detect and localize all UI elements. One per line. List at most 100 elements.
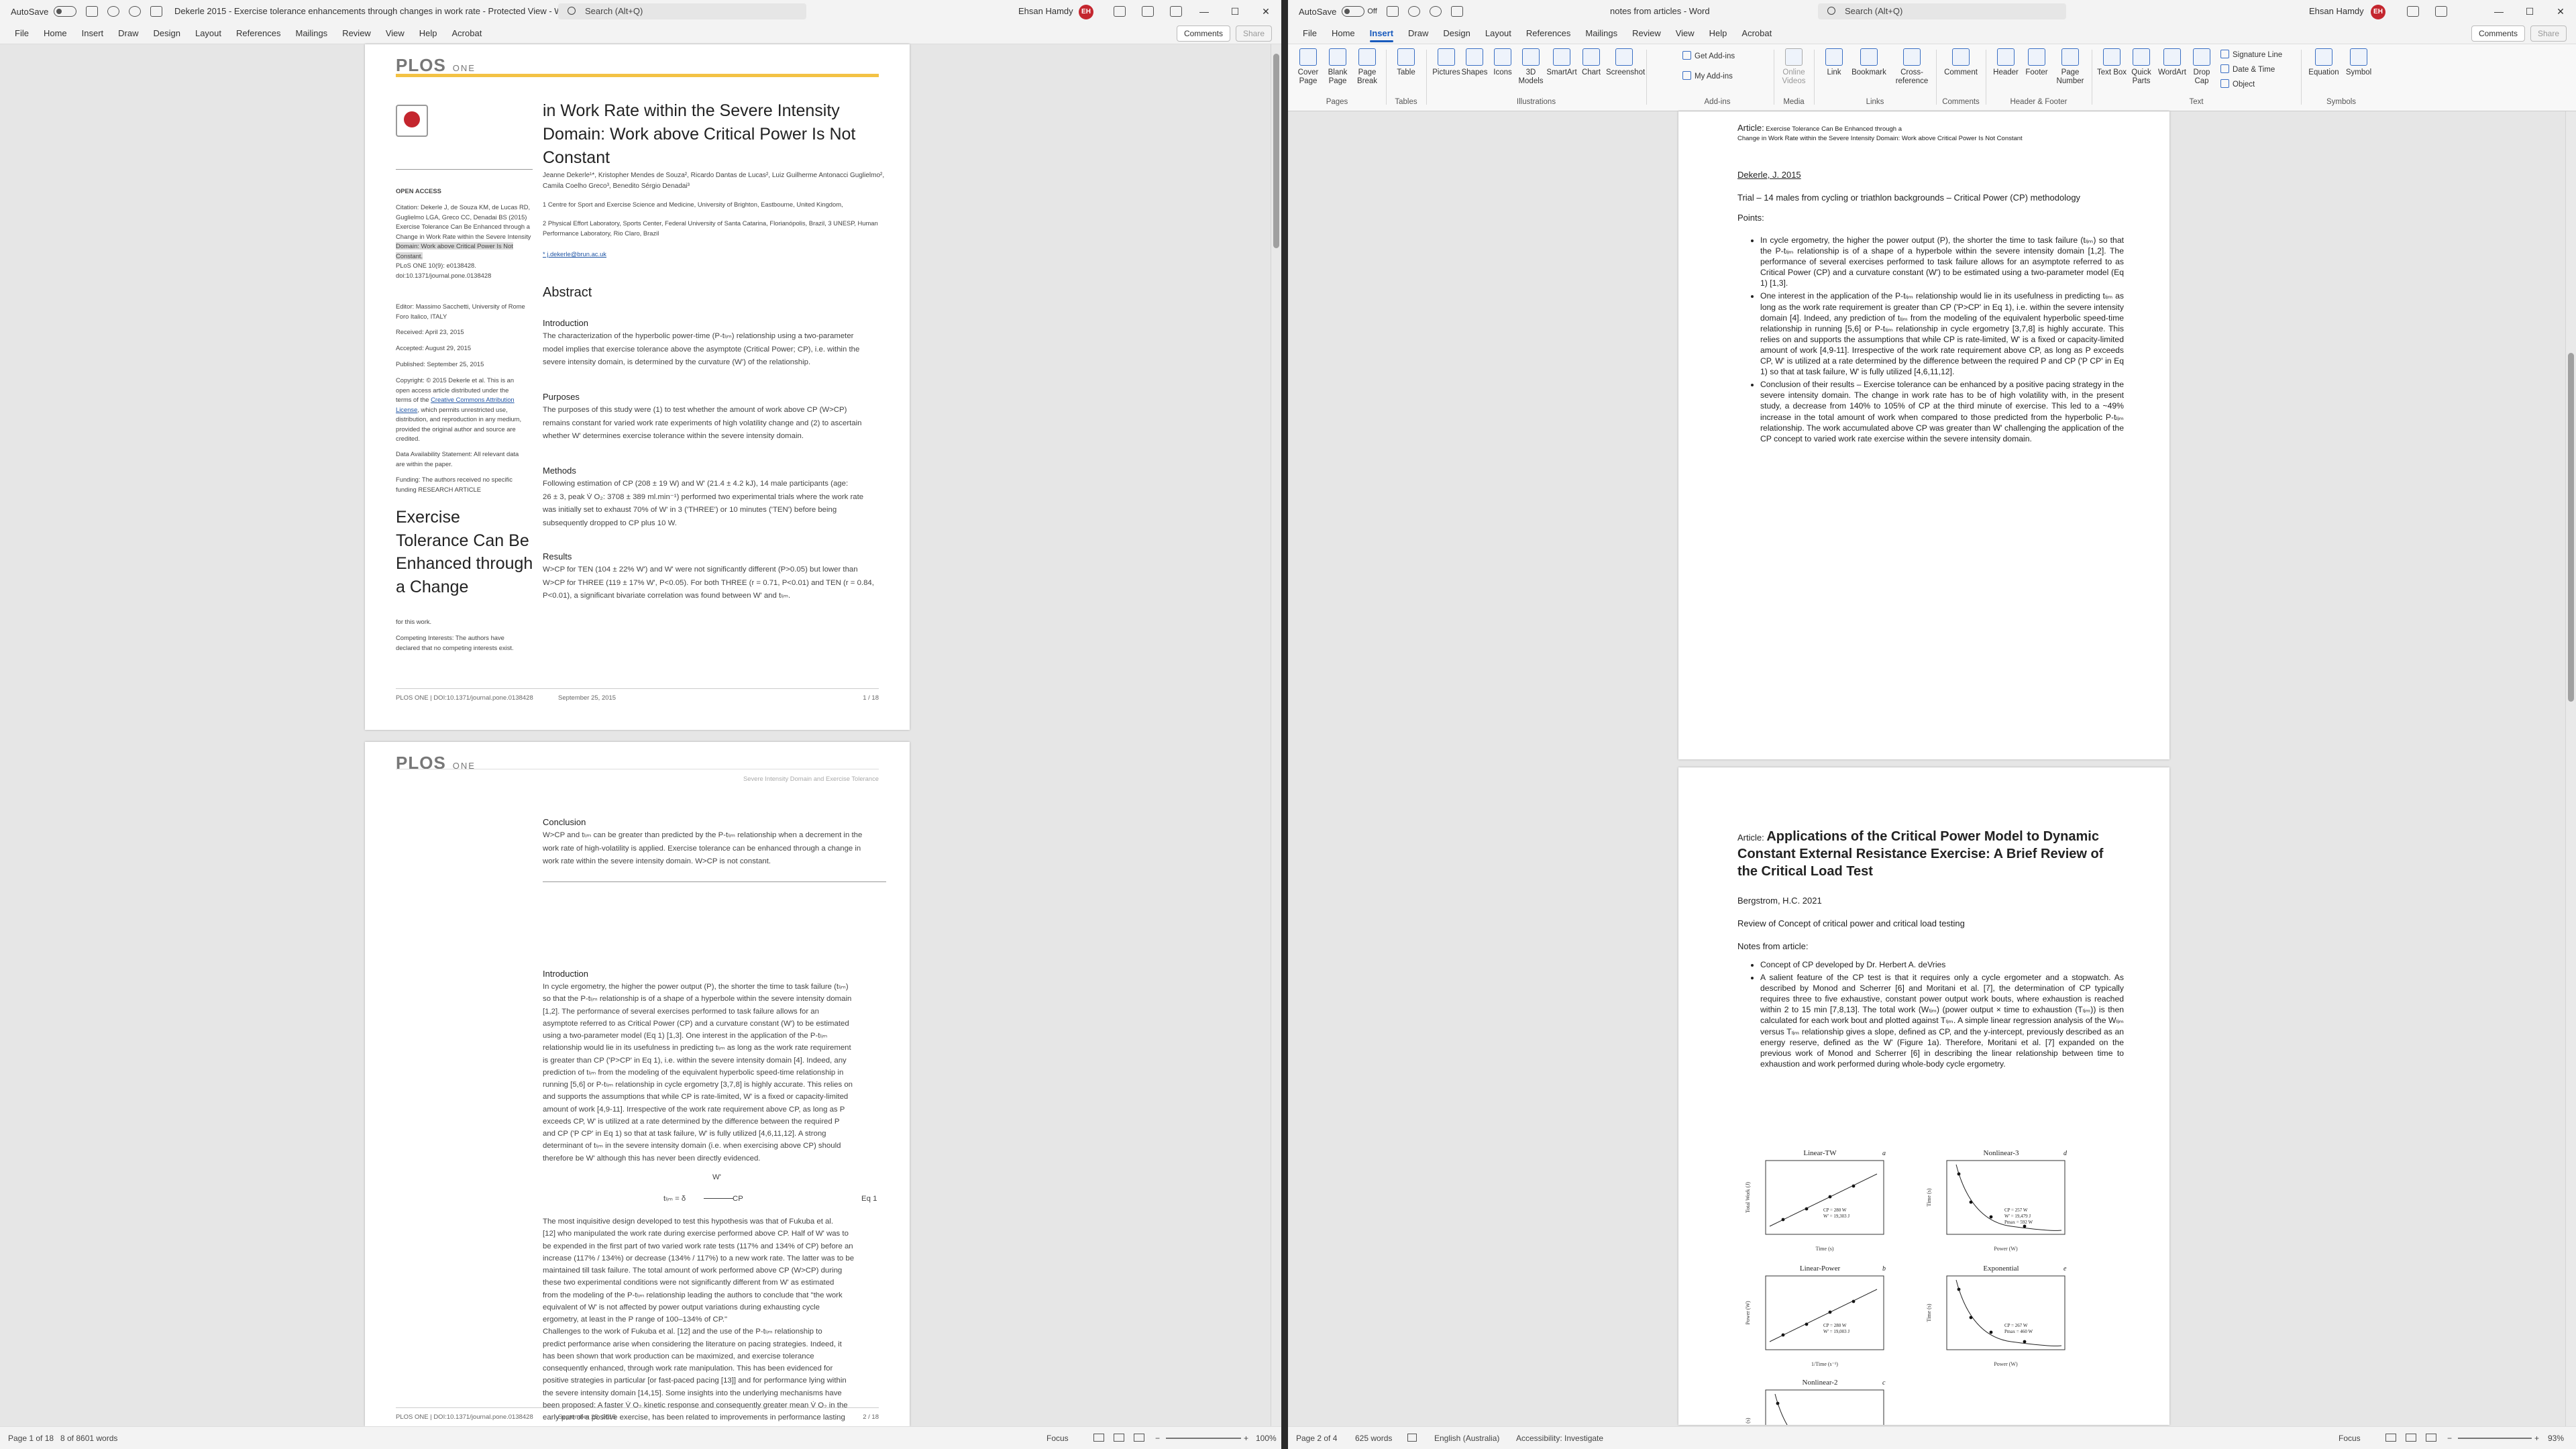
- zoom-slider[interactable]: [2458, 1438, 2532, 1439]
- wordart-button[interactable]: WordArt: [2156, 48, 2188, 77]
- document-canvas[interactable]: PLOS ONE in Work Rate within the Severe I…: [0, 44, 1281, 1426]
- avatar[interactable]: EH: [1079, 5, 1093, 19]
- print-layout-icon[interactable]: [2406, 1434, 2416, 1442]
- correspondence-email[interactable]: * j.dekerle@brun.ac.uk: [543, 250, 606, 260]
- tab-layout[interactable]: Layout: [1485, 23, 1511, 44]
- accessibility-status[interactable]: Accessibility: Investigate: [1516, 1434, 1603, 1443]
- date-time-button[interactable]: Date & Time: [2220, 64, 2275, 74]
- customize-toolbar-icon[interactable]: [1450, 6, 1463, 17]
- vertical-scrollbar[interactable]: [2565, 111, 2576, 1426]
- scrollbar-thumb[interactable]: [2568, 353, 2574, 702]
- web-layout-icon[interactable]: [1134, 1434, 1144, 1442]
- tab-references[interactable]: References: [236, 23, 280, 44]
- tab-insert[interactable]: Insert: [82, 23, 104, 44]
- get-addins-button[interactable]: Get Add-ins: [1682, 51, 1735, 60]
- online-videos-button[interactable]: Online Videos: [1778, 48, 1810, 86]
- tab-layout[interactable]: Layout: [195, 23, 221, 44]
- search-box[interactable]: Search (Alt+Q): [558, 3, 806, 19]
- document-canvas[interactable]: Article: Exercise Tolerance Can Be Enhan…: [1288, 111, 2576, 1426]
- close-icon[interactable]: ✕: [2545, 0, 2576, 23]
- autosave-toggle[interactable]: [1342, 6, 1365, 17]
- icons-button[interactable]: Icons: [1487, 48, 1519, 77]
- avatar[interactable]: EH: [2371, 5, 2385, 19]
- undo-icon[interactable]: [1407, 6, 1420, 17]
- tab-design[interactable]: Design: [154, 23, 180, 44]
- page-count[interactable]: Page 1 of 18: [8, 1434, 54, 1443]
- share-button[interactable]: Share: [2530, 25, 2567, 42]
- bookmark-button[interactable]: Bookmark: [1850, 48, 1888, 77]
- my-addins-button[interactable]: My Add-ins: [1682, 71, 1733, 80]
- tab-review[interactable]: Review: [1632, 23, 1661, 44]
- page-break-button[interactable]: Page Break: [1351, 48, 1383, 86]
- undo-icon[interactable]: [107, 6, 120, 17]
- search-box[interactable]: Search (Alt+Q): [1818, 3, 2066, 19]
- header-button[interactable]: Header: [1990, 48, 2022, 77]
- screenshot-button[interactable]: Screenshot: [1606, 48, 1645, 77]
- quick-parts-button[interactable]: Quick Parts: [2125, 48, 2157, 86]
- tab-file[interactable]: File: [1303, 23, 1317, 44]
- zoom-in-icon[interactable]: +: [1244, 1434, 1248, 1443]
- save-icon[interactable]: [86, 6, 99, 17]
- shapes-button[interactable]: Shapes: [1458, 48, 1491, 77]
- tab-view[interactable]: View: [386, 23, 405, 44]
- tab-view[interactable]: View: [1676, 23, 1695, 44]
- comment-button[interactable]: Comment: [1941, 48, 1980, 77]
- user-name[interactable]: Ehsan Hamdy: [2309, 0, 2364, 23]
- pen-icon[interactable]: [2435, 6, 2447, 17]
- customize-toolbar-icon[interactable]: [150, 6, 163, 17]
- tab-insert[interactable]: Insert: [1369, 23, 1394, 44]
- save-icon[interactable]: [1386, 6, 1399, 17]
- link-button[interactable]: Link: [1818, 48, 1850, 77]
- ribbon-display-icon[interactable]: [1170, 6, 1182, 17]
- restore-icon[interactable]: ☐: [2514, 0, 2545, 23]
- footer-button[interactable]: Footer: [2021, 48, 2053, 77]
- tab-review[interactable]: Review: [342, 23, 371, 44]
- restore-icon[interactable]: ☐: [1220, 0, 1250, 23]
- comments-button[interactable]: Comments: [1176, 25, 1230, 42]
- equation-button[interactable]: Equation: [2306, 48, 2341, 77]
- zoom-out-icon[interactable]: −: [1155, 1434, 1160, 1443]
- scrollbar-thumb[interactable]: [1273, 54, 1279, 248]
- page-count[interactable]: Page 2 of 4: [1296, 1434, 1337, 1443]
- symbol-button[interactable]: Symbol: [2343, 48, 2375, 77]
- redo-icon[interactable]: [1429, 6, 1442, 17]
- minimize-icon[interactable]: —: [2483, 0, 2514, 23]
- chart-button[interactable]: Chart: [1575, 48, 1607, 77]
- tab-draw[interactable]: Draw: [1408, 23, 1428, 44]
- web-layout-icon[interactable]: [2426, 1434, 2436, 1442]
- pictures-button[interactable]: Pictures: [1430, 48, 1462, 77]
- read-mode-icon[interactable]: [1093, 1434, 1104, 1442]
- pen-icon[interactable]: [1142, 6, 1154, 17]
- smartart-button[interactable]: SmartArt: [1546, 48, 1578, 77]
- signature-line-button[interactable]: Signature Line: [2220, 50, 2282, 59]
- diamond-icon[interactable]: [1114, 6, 1126, 17]
- table-button[interactable]: Table: [1390, 48, 1422, 77]
- blank-page-button[interactable]: Blank Page: [1322, 48, 1354, 86]
- tab-help[interactable]: Help: [419, 23, 437, 44]
- focus-button[interactable]: Focus: [1046, 1434, 1069, 1443]
- zoom-level[interactable]: 100%: [1256, 1434, 1277, 1443]
- cross-reference-button[interactable]: Cross-reference: [1892, 48, 1932, 86]
- diamond-icon[interactable]: [2407, 6, 2419, 17]
- minimize-icon[interactable]: —: [1189, 0, 1220, 23]
- tab-file[interactable]: File: [15, 23, 29, 44]
- drop-cap-button[interactable]: Drop Cap: [2186, 48, 2218, 86]
- tab-home[interactable]: Home: [1332, 23, 1355, 44]
- word-count[interactable]: 8 of 8601 words: [60, 1434, 117, 1443]
- text-box-button[interactable]: Text Box: [2096, 48, 2128, 77]
- print-layout-icon[interactable]: [1114, 1434, 1124, 1442]
- read-mode-icon[interactable]: [2385, 1434, 2396, 1442]
- user-name[interactable]: Ehsan Hamdy: [1018, 0, 1073, 23]
- tab-help[interactable]: Help: [1709, 23, 1727, 44]
- tab-home[interactable]: Home: [44, 23, 67, 44]
- share-button[interactable]: Share: [1235, 25, 1272, 42]
- proofing-icon[interactable]: [1407, 1434, 1417, 1442]
- 3d-models-button[interactable]: 3D Models: [1515, 48, 1547, 86]
- tab-acrobat[interactable]: Acrobat: [452, 23, 482, 44]
- zoom-slider[interactable]: [1166, 1438, 1241, 1439]
- tab-draw[interactable]: Draw: [118, 23, 138, 44]
- focus-button[interactable]: Focus: [2339, 1434, 2361, 1443]
- comments-button[interactable]: Comments: [2471, 25, 2525, 42]
- tab-mailings[interactable]: Mailings: [1585, 23, 1617, 44]
- tab-mailings[interactable]: Mailings: [296, 23, 328, 44]
